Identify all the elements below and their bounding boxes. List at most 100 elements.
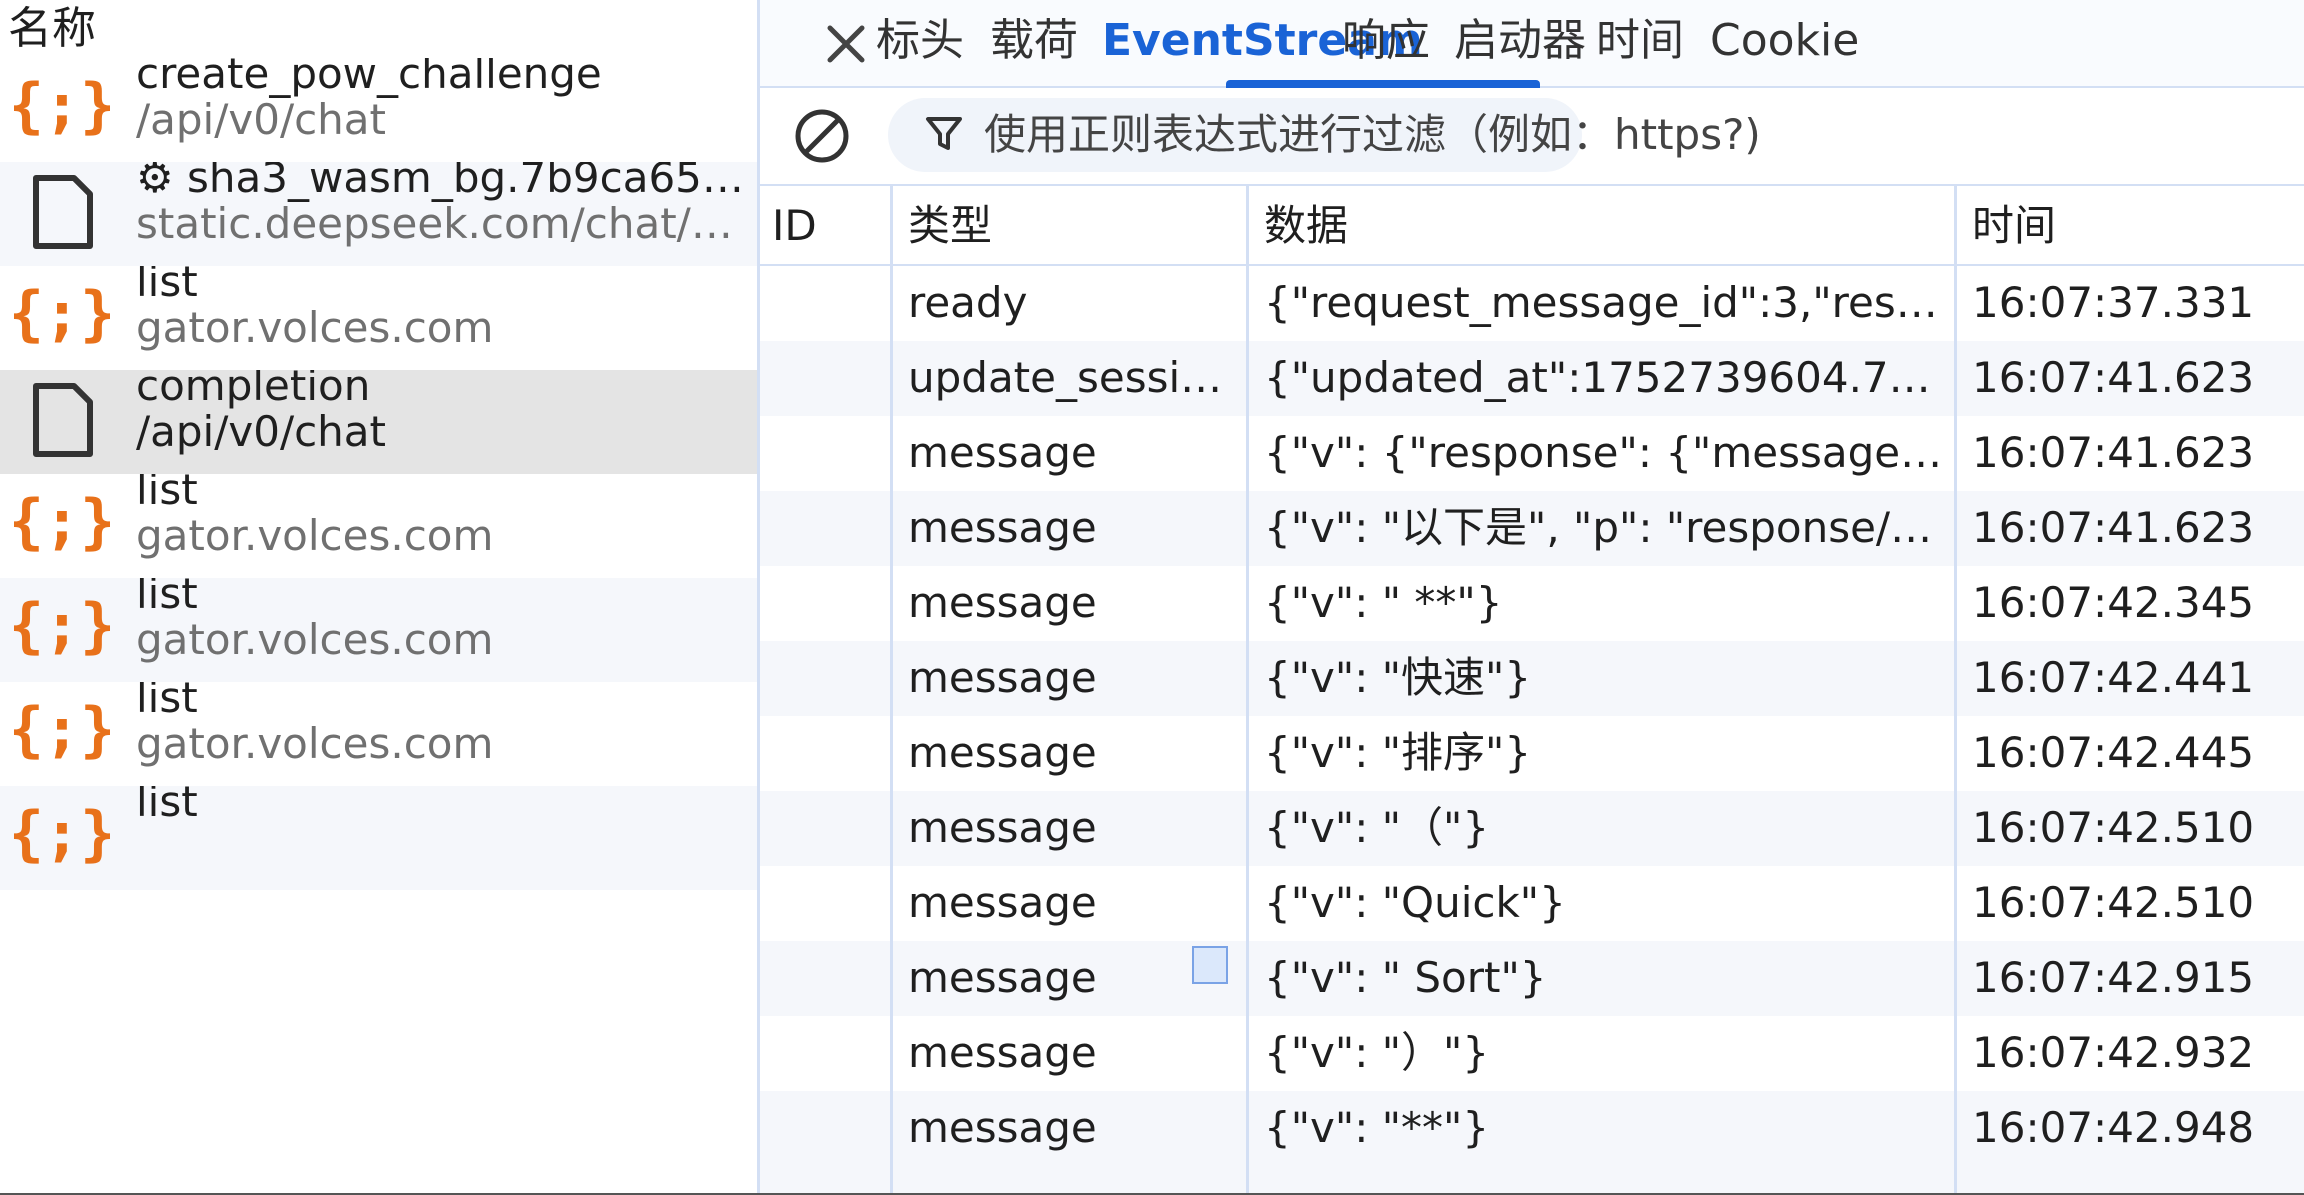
event-type: ready [908,278,1028,327]
event-row[interactable]: message {"v": " Sort"} 16:07:42.915 [760,941,2304,1016]
request-detail-panel: 标头 载荷 EventStream 响应 启动器 时间 Cookie 使用正则表… [760,0,2304,1195]
close-icon[interactable] [812,10,880,78]
request-row[interactable]: {;}listgator.volces.com [0,474,757,578]
event-data: {"v": "以下是", "p": "response/… [1264,503,1933,552]
request-url: static.deepseek.com/chat/… [136,199,733,248]
event-type: message [908,428,1097,477]
event-row[interactable]: ready {"request_message_id":3,"res… 16:07:… [760,266,2304,341]
event-row[interactable]: message {"v": "）"} 16:07:42.932 [760,1016,2304,1091]
event-data: {"v": "）"} [1264,1028,1490,1077]
column-header-id[interactable]: ID [772,197,817,255]
event-type: message [908,1028,1097,1077]
event-time: 16:07:42.932 [1972,1028,2255,1077]
event-row[interactable]: message {"v": "排序"} 16:07:42.445 [760,716,2304,791]
row-drag-handle[interactable] [1192,946,1228,984]
devtools-network-panel: 名称 {;}create_pow_challenge/api/v0/chat⚙ … [0,0,2304,1195]
event-data: {"v": "排序"} [1264,728,1532,777]
tab-response[interactable]: 响应 [1342,12,1430,70]
column-divider [890,186,893,1195]
event-time: 16:07:42.345 [1972,578,2255,627]
json-icon: {;} [14,71,110,141]
event-type: message [908,653,1097,702]
request-row[interactable]: {;}listgator.volces.com [0,578,757,682]
event-time: 16:07:37.331 [1972,278,2255,327]
column-divider [1954,186,1957,1195]
event-type: message [908,878,1097,927]
svg-text:{;}: {;} [14,799,110,869]
json-icon: {;} [14,279,110,349]
event-row[interactable]: message {"v": "**"} 16:07:42.948 [760,1091,2304,1166]
tab-initiator[interactable]: 启动器 [1454,12,1586,70]
table-header: ID 类型 数据 时间 [760,186,2304,266]
tab-cookies[interactable]: Cookie [1710,12,1859,70]
event-row[interactable]: update_sessi… {"updated_at":1752739604.7…… [760,341,2304,416]
svg-text:{;}: {;} [14,487,110,557]
json-icon: {;} [14,591,110,661]
document-icon [33,175,93,249]
request-row[interactable]: {;}listgator.volces.com [0,266,757,370]
event-type: message [908,1103,1097,1152]
request-url: /api/v0/chat [136,95,387,144]
request-url: gator.volces.com [136,511,494,560]
request-url: gator.volces.com [136,719,494,768]
request-list-panel: 名称 {;}create_pow_challenge/api/v0/chat⚙ … [0,0,760,1195]
tab-headers[interactable]: 标头 [876,12,964,70]
event-time: 16:07:42.915 [1972,953,2255,1002]
event-row[interactable]: message {"v": "以下是", "p": "response/… 16:0… [760,491,2304,566]
event-row[interactable]: message {"v": "（"} 16:07:42.510 [760,791,2304,866]
event-data: {"v": "（"} [1264,803,1490,852]
request-name: list [136,786,198,826]
event-type: message [908,803,1097,852]
event-time: 16:07:42.948 [1972,1103,2255,1152]
event-time: 16:07:41.623 [1972,353,2255,402]
event-data: {"updated_at":1752739604.7… [1264,353,1931,402]
filter-placeholder: 使用正则表达式进行过滤（例如：https?) [984,110,1761,159]
column-divider [1246,186,1249,1195]
svg-text:{;}: {;} [14,279,110,349]
document-icon [33,383,93,457]
event-time: 16:07:42.445 [1972,728,2255,777]
filter-input[interactable]: 使用正则表达式进行过滤（例如：https?) [888,98,1761,172]
detail-tab-bar: 标头 载荷 EventStream 响应 启动器 时间 Cookie [760,0,2304,88]
filter-bar: 使用正则表达式进行过滤（例如：https?) [760,88,2304,186]
event-stream-table: ID 类型 数据 时间 ready {"request_message_id":3… [760,186,2304,1195]
event-row[interactable]: message {"v": "Quick"} 16:07:42.510 [760,866,2304,941]
event-time: 16:07:42.510 [1972,878,2255,927]
request-url: gator.volces.com [136,615,494,664]
event-data: {"request_message_id":3,"res… [1264,278,1938,327]
request-row[interactable]: {;}create_pow_challenge/api/v0/chat [0,58,757,162]
event-time: 16:07:41.623 [1972,503,2255,552]
event-row[interactable]: message {"v": {"response": {"message… 16:0… [760,416,2304,491]
request-row[interactable]: {;} list [0,786,757,890]
event-data: {"v": " Sort"} [1264,953,1547,1002]
column-header-type[interactable]: 类型 [908,197,992,255]
event-time: 16:07:41.623 [1972,428,2255,477]
json-icon: {;} [14,487,110,557]
svg-text:{;}: {;} [14,695,110,765]
event-row[interactable]: message {"v": "快速"} 16:07:42.441 [760,641,2304,716]
tab-timing[interactable]: 时间 [1596,12,1684,70]
tab-payload[interactable]: 载荷 [990,12,1078,70]
request-row[interactable]: {;}listgator.volces.com [0,682,757,786]
event-data: {"v": "快速"} [1264,653,1532,702]
event-data: {"v": " **"} [1264,578,1503,627]
svg-text:{;}: {;} [14,71,110,141]
event-type: message [908,578,1097,627]
event-type: message [908,503,1097,552]
event-row[interactable]: message {"v": " **"} 16:07:42.345 [760,566,2304,641]
event-time: 16:07:42.510 [1972,803,2255,852]
event-data: {"v": {"response": {"message… [1264,428,1943,477]
event-type: message [908,728,1097,777]
request-url: /api/v0/chat [136,407,387,456]
column-header-time[interactable]: 时间 [1972,197,2056,255]
event-row[interactable] [760,1166,2304,1195]
event-type: update_sessi… [908,353,1223,402]
name-column-header[interactable]: 名称 [8,2,96,56]
request-row[interactable]: completion/api/v0/chat [0,370,757,474]
request-row[interactable]: ⚙ sha3_wasm_bg.7b9ca65… static.deepseek.c… [0,162,757,266]
json-icon: {;} [14,695,110,765]
clear-icon[interactable] [792,106,852,166]
column-header-data[interactable]: 数据 [1264,197,1348,255]
event-time: 16:07:42.441 [1972,653,2255,702]
event-data: {"v": "Quick"} [1264,878,1566,927]
